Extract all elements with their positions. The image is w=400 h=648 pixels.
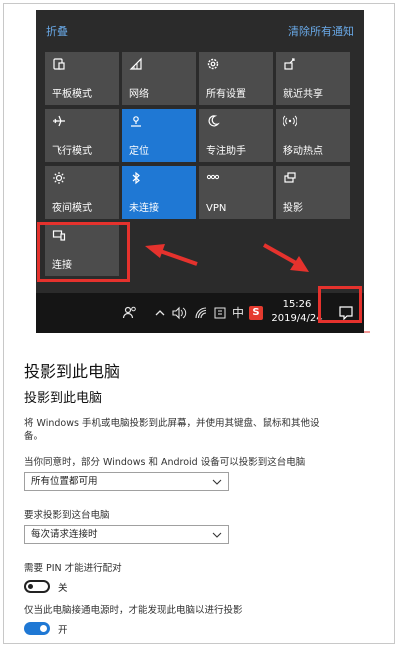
- availability-value: 所有位置都可用: [31, 476, 98, 487]
- description-text: 将 Windows 手机或电脑投影到此屏幕，并使用其键盘、鼠标和其他设备。: [24, 418, 320, 442]
- chevron-down-icon: [212, 532, 222, 538]
- pin-toggle[interactable]: [24, 580, 50, 593]
- availability-label: 当你同意时，部分 Windows 和 Android 设备可以投影到这台电脑: [24, 457, 306, 468]
- pin-toggle-state: 关: [58, 583, 68, 594]
- chevron-down-icon: [212, 479, 222, 485]
- toggle-knob: [28, 584, 33, 589]
- arrow-to-connect: [145, 244, 198, 266]
- request-dropdown[interactable]: 每次请求连接时: [24, 525, 229, 544]
- request-label: 要求投影到这台电脑: [24, 510, 110, 521]
- availability-dropdown[interactable]: 所有位置都可用: [24, 472, 229, 491]
- toggle-knob: [40, 625, 47, 632]
- power-toggle[interactable]: [24, 622, 50, 635]
- power-label: 仅当此电脑接通电源时，才能发现此电脑以进行投影: [24, 605, 243, 616]
- annotation-arrows: [145, 243, 370, 333]
- pin-label: 需要 PIN 才能进行配对: [24, 563, 122, 574]
- power-toggle-state: 开: [58, 625, 68, 636]
- page-title: 投影到此电脑: [24, 362, 121, 381]
- section-title: 投影到此电脑: [24, 391, 103, 406]
- arrow-to-notification: [263, 243, 309, 272]
- request-value: 每次请求连接时: [31, 529, 98, 540]
